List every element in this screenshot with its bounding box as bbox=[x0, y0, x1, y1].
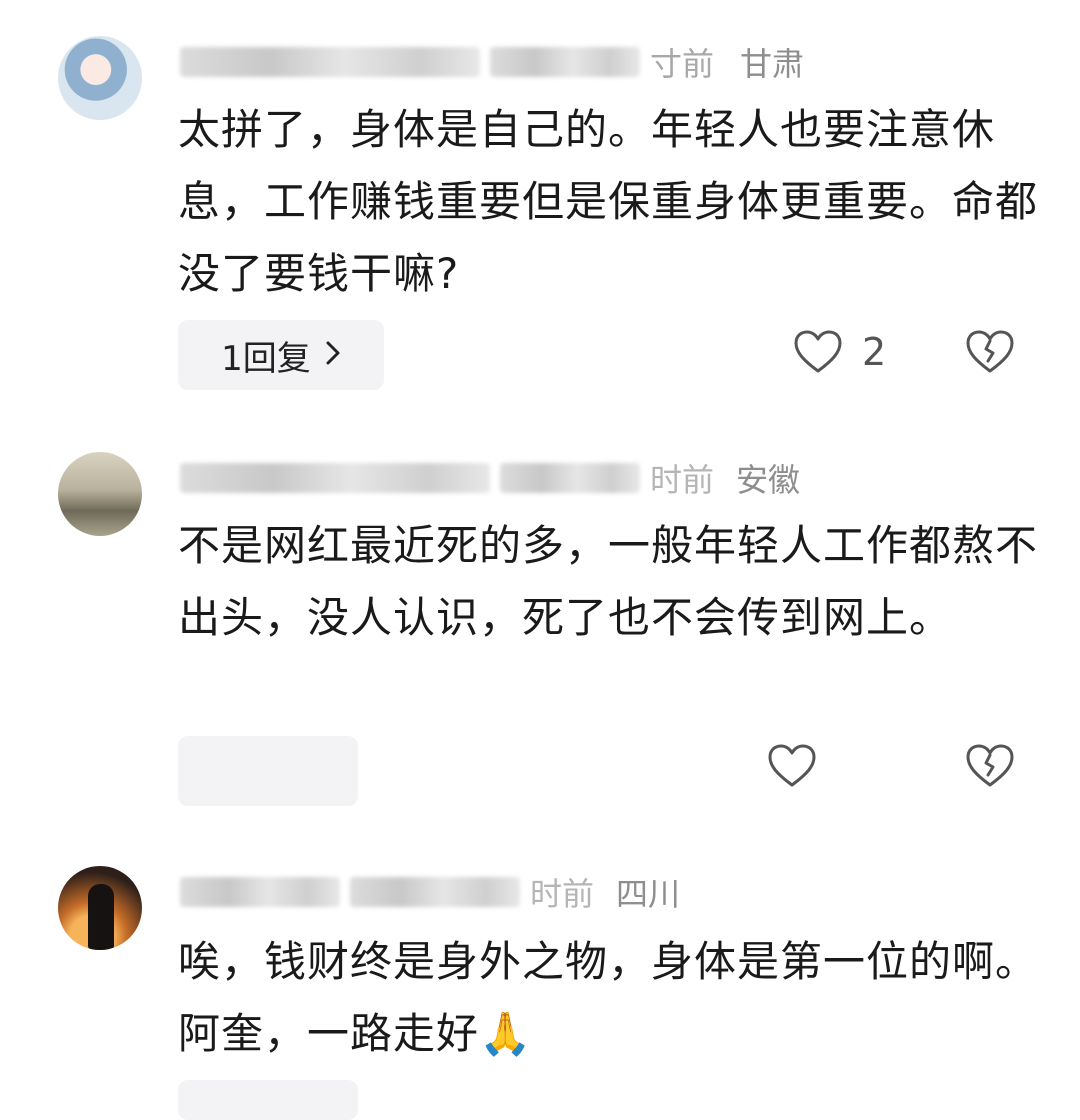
comment-time: 时前 bbox=[650, 461, 715, 499]
dislike-button[interactable] bbox=[964, 328, 1016, 380]
comment-meta: 时前 四川 bbox=[180, 870, 680, 914]
comment-text: 不是网红最近死的多，一般年轻人工作都熬不出头，没人认识，死了也不会传到网上。 bbox=[178, 521, 1039, 642]
avatar[interactable] bbox=[58, 36, 142, 120]
comment-text: 唉，钱财终是身外之物，身体是第一位的啊。阿奎，一路走好🙏 bbox=[178, 926, 1038, 1070]
silhouette bbox=[88, 884, 114, 950]
comment-time: 寸前 bbox=[650, 45, 715, 83]
comment-meta: 时前 安徽 bbox=[180, 456, 800, 500]
reply-button[interactable] bbox=[178, 736, 358, 806]
redacted-username-2 bbox=[500, 463, 640, 493]
chevron-right-icon bbox=[325, 336, 341, 374]
redacted-username bbox=[180, 877, 340, 907]
reply-label: 1回复 bbox=[221, 338, 311, 379]
like-count: 2 bbox=[862, 330, 887, 374]
comment-location: 四川 bbox=[616, 875, 681, 913]
reply-button[interactable]: 1回复 bbox=[178, 320, 384, 390]
redacted-username bbox=[180, 47, 480, 77]
broken-heart-icon bbox=[965, 743, 1015, 793]
dislike-button[interactable] bbox=[964, 742, 1016, 794]
broken-heart-icon bbox=[965, 329, 1015, 379]
like-button[interactable] bbox=[792, 328, 844, 380]
redacted-username-2 bbox=[490, 47, 640, 77]
redacted-username-2 bbox=[350, 877, 520, 907]
avatar[interactable] bbox=[58, 452, 142, 536]
comment-time: 时前 bbox=[530, 875, 595, 913]
heart-outline-icon bbox=[793, 329, 843, 379]
comment-text-body: 唉，钱财终是身外之物，身体是第一位的啊。阿奎，一路走好 bbox=[178, 937, 1039, 1058]
reply-button[interactable] bbox=[178, 1080, 358, 1120]
praying-hands-emoji: 🙏 bbox=[479, 1009, 533, 1058]
heart-outline-icon bbox=[767, 743, 817, 793]
comment-location: 甘肃 bbox=[740, 45, 805, 83]
comment-meta: 寸前 甘肃 bbox=[180, 40, 804, 84]
comment-text: 太拼了，身体是自己的。年轻人也要注意休息，工作赚钱重要但是保重身体更重要。命都没… bbox=[178, 105, 1039, 298]
avatar[interactable] bbox=[58, 866, 142, 950]
like-button[interactable] bbox=[766, 742, 818, 794]
comment-location: 安徽 bbox=[736, 461, 801, 499]
redacted-username bbox=[180, 463, 490, 493]
